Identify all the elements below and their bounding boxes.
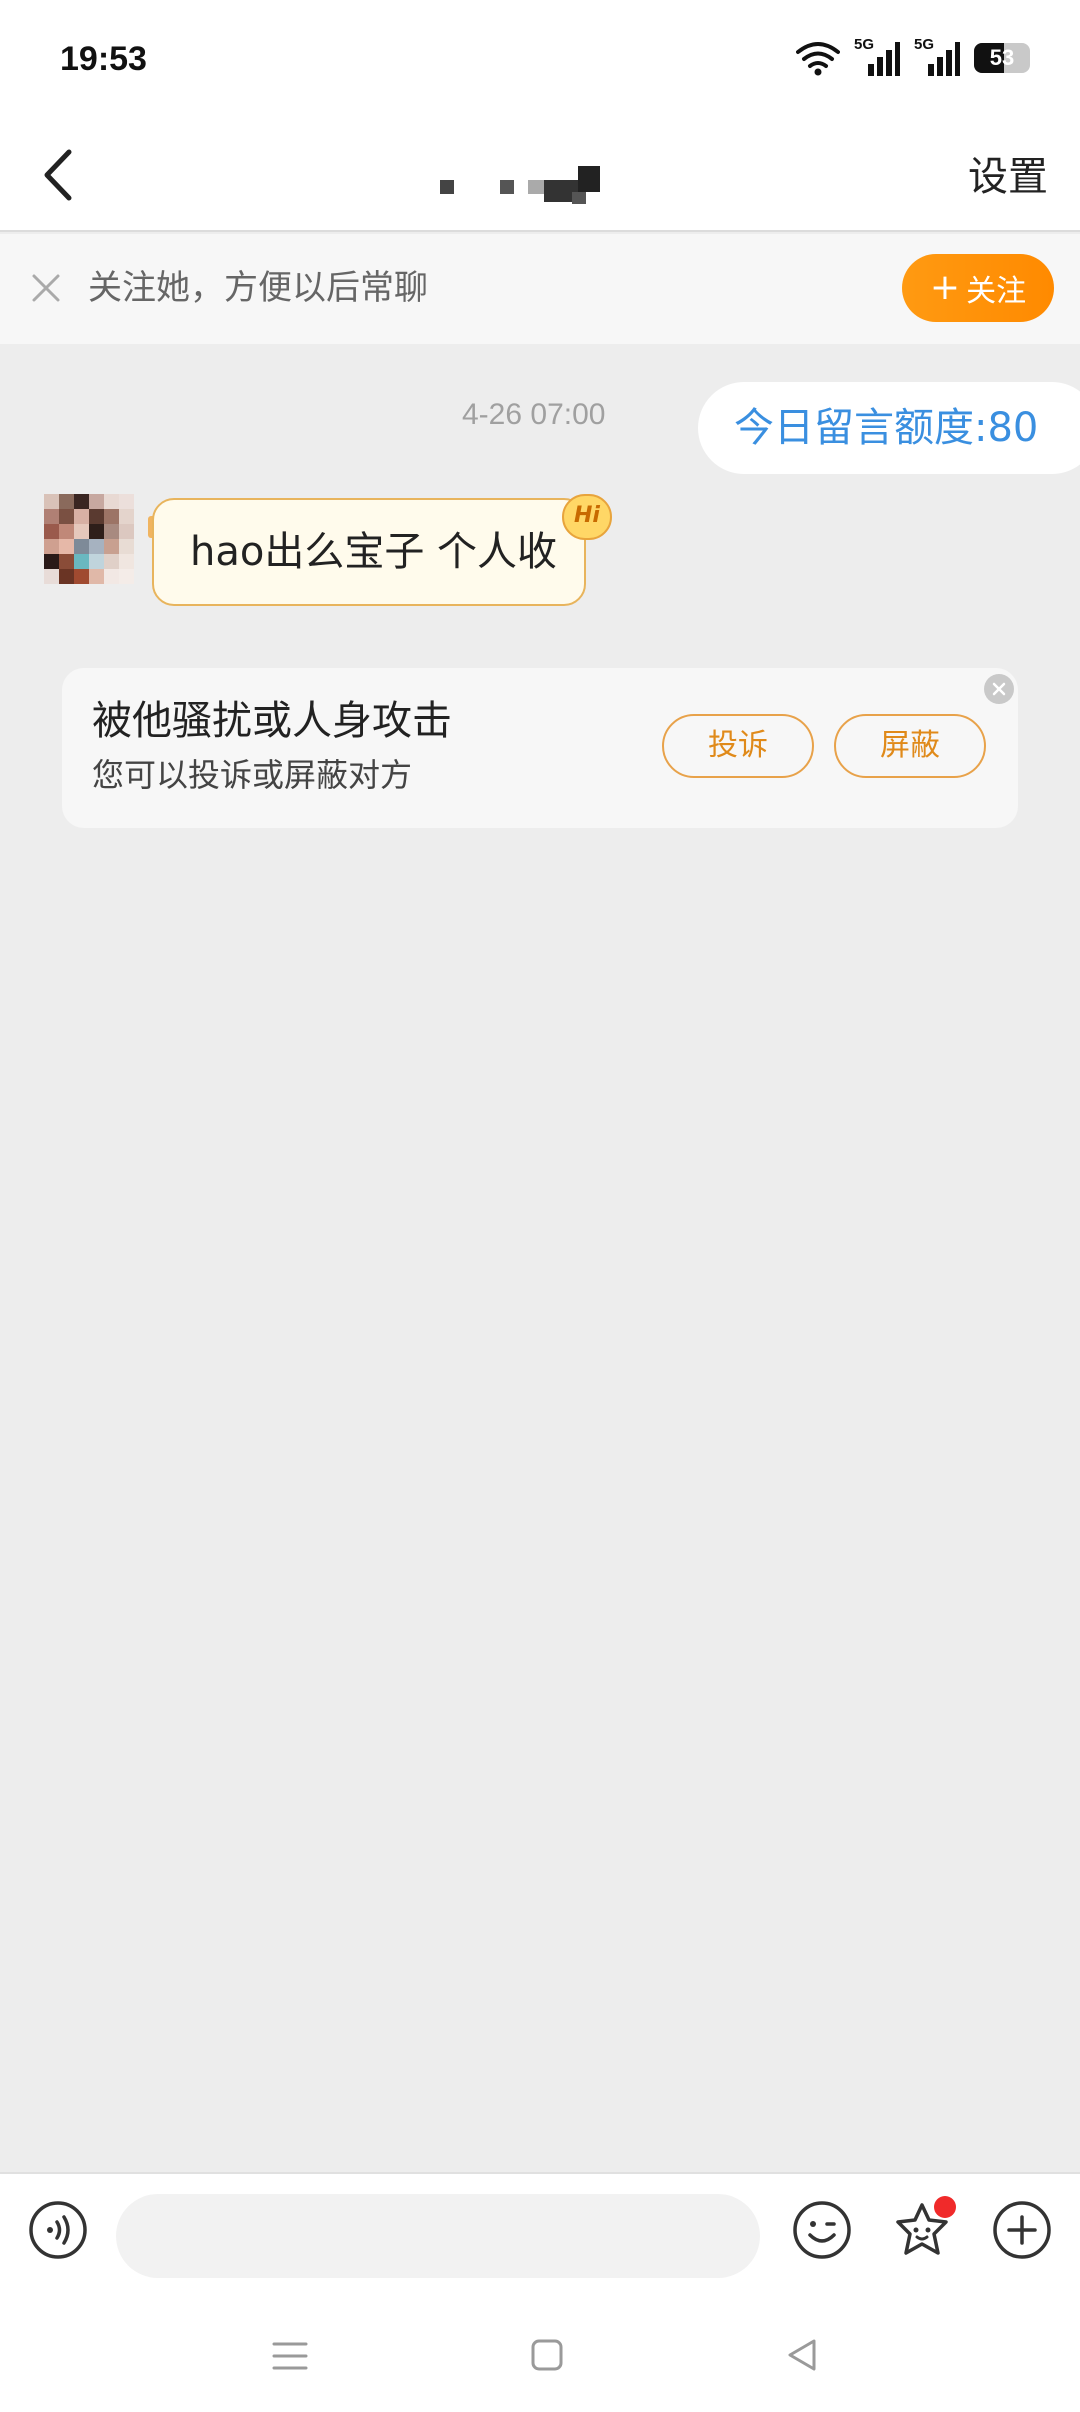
status-icons: 5G 5G 53 [796, 36, 1030, 78]
banner-close-button[interactable] [24, 266, 68, 310]
avatar[interactable] [44, 494, 134, 584]
notification-dot [934, 2196, 956, 2218]
system-nav-bar [0, 2300, 1080, 2412]
message-input[interactable] [116, 2194, 760, 2278]
chat-header: 设置 [0, 120, 1080, 232]
close-icon [992, 682, 1006, 696]
more-button[interactable] [992, 2200, 1052, 2260]
message-timestamp: 4-26 07:00 [462, 398, 606, 431]
signal-5g-1-icon: 5G [854, 36, 900, 78]
follow-banner-text: 关注她，方便以后常聊 [88, 268, 428, 308]
plus-icon: + [929, 267, 961, 308]
nav-menu-button[interactable] [272, 2340, 308, 2372]
chevron-left-icon [44, 149, 72, 201]
message-bubble[interactable]: hao出么宝子 个人收 [152, 498, 586, 606]
status-time: 19:53 [60, 40, 147, 78]
voice-icon [29, 2201, 87, 2259]
status-bar: 19:53 5G 5G 53 [0, 0, 1080, 120]
home-square-icon [531, 2339, 563, 2371]
voice-button[interactable] [28, 2200, 88, 2260]
card-close-button[interactable] [984, 674, 1014, 704]
follow-banner: 关注她，方便以后常聊 + 关注 [0, 234, 1080, 344]
close-icon [32, 274, 60, 302]
plus-circle-icon [993, 2201, 1051, 2259]
battery-icon: 53 [974, 43, 1030, 73]
block-button[interactable]: 屏蔽 [834, 714, 986, 778]
back-button[interactable] [22, 140, 92, 210]
harassment-report-card: 被他骚扰或人身攻击 您可以投诉或屏蔽对方 投诉 屏蔽 [62, 668, 1018, 828]
message-quota-badge: 今日留言额度:80 [698, 382, 1080, 474]
menu-icon [272, 2342, 308, 2370]
follow-button[interactable]: + 关注 [902, 254, 1054, 322]
follow-button-label: 关注 [966, 274, 1027, 309]
report-card-title: 被他骚扰或人身攻击 [92, 698, 452, 744]
signal-5g-2-icon: 5G [914, 36, 960, 78]
hi-badge: Hi [562, 494, 612, 540]
wifi-icon [796, 42, 840, 76]
page-title-redacted [440, 162, 670, 204]
nav-back-button[interactable] [786, 2338, 818, 2372]
emoji-button[interactable] [792, 2200, 852, 2260]
emoji-icon [793, 2201, 851, 2259]
back-triangle-icon [788, 2339, 816, 2371]
battery-level: 53 [989, 45, 1015, 70]
report-button[interactable]: 投诉 [662, 714, 814, 778]
nav-home-button[interactable] [530, 2338, 564, 2372]
message-input-bar [0, 2172, 1080, 2300]
report-card-subtitle: 您可以投诉或屏蔽对方 [92, 756, 413, 794]
settings-button[interactable]: 设置 [968, 150, 1048, 204]
